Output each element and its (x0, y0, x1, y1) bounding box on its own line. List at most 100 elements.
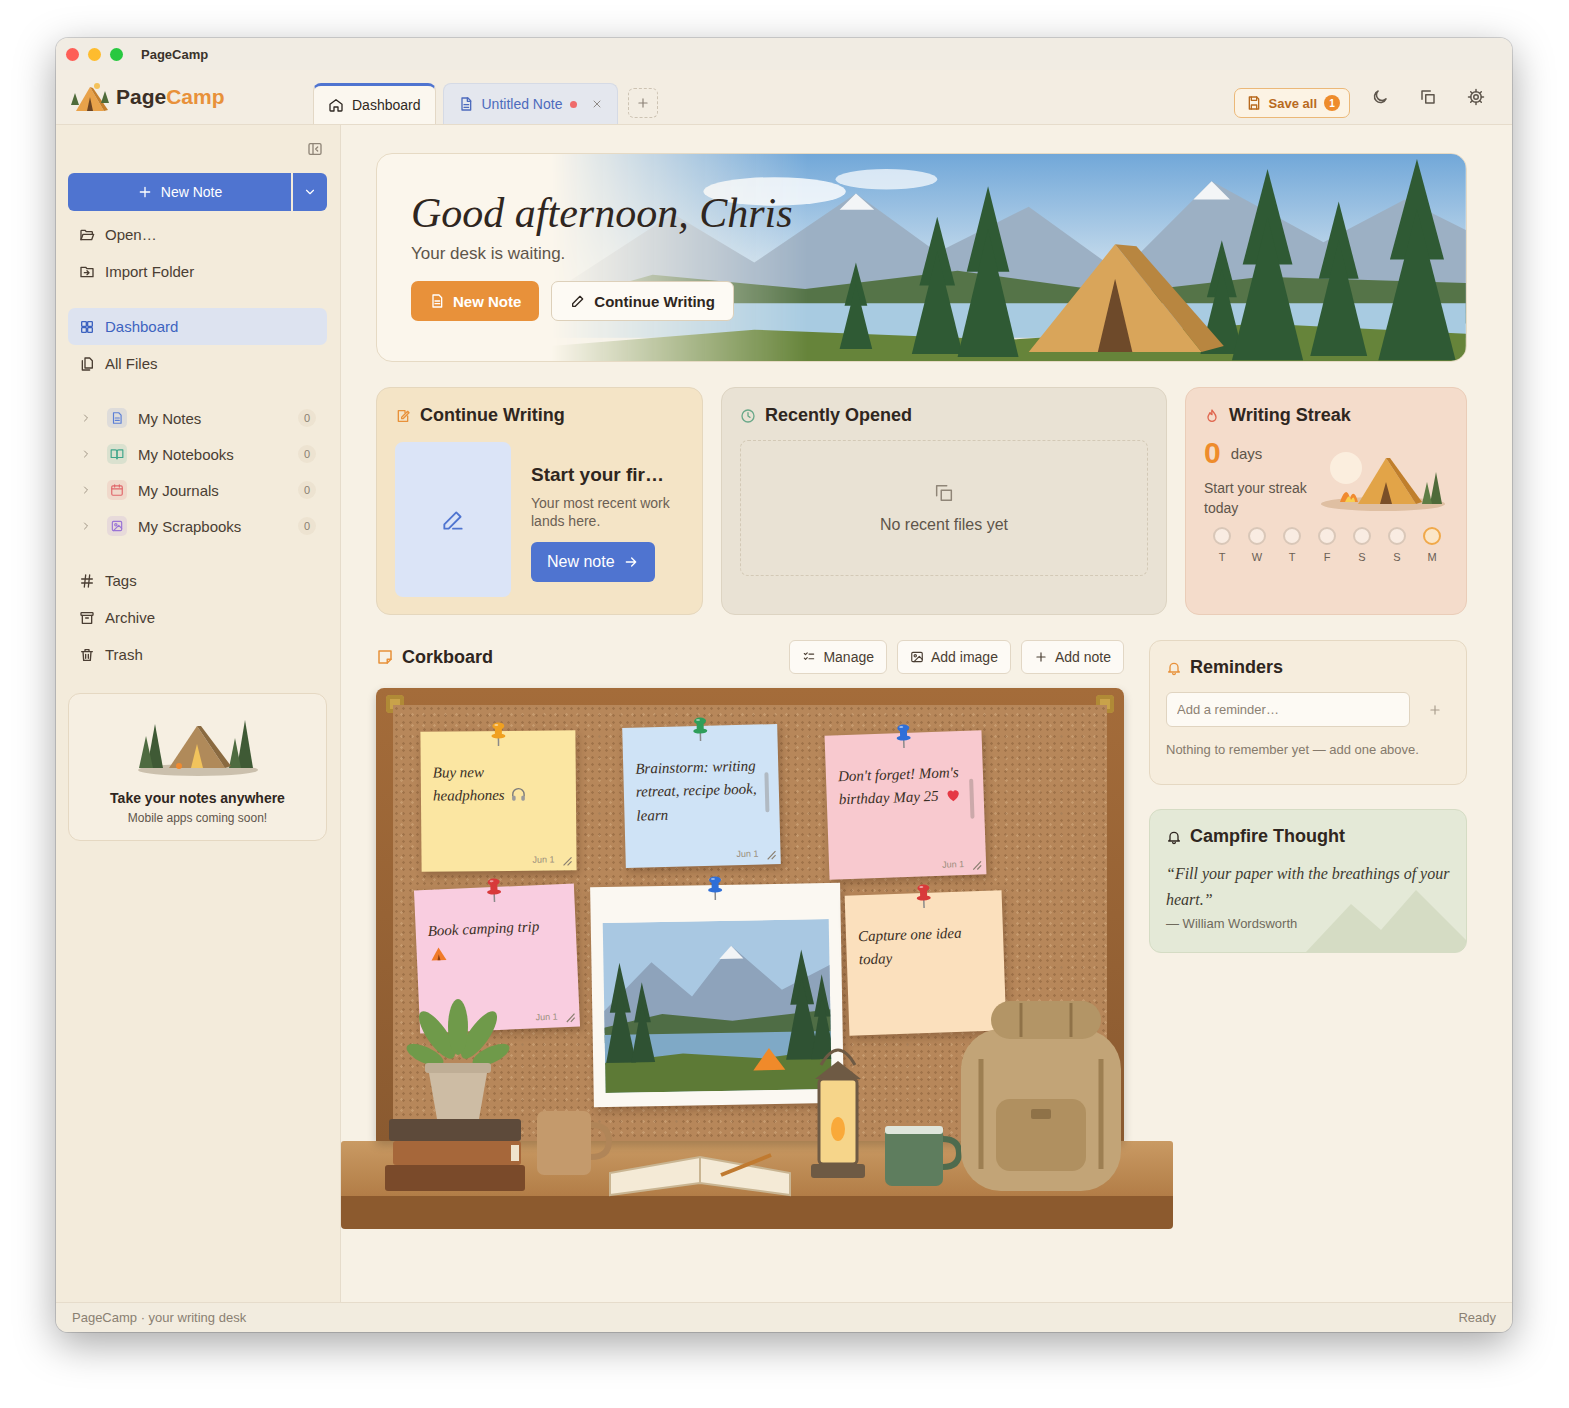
sticky-note[interactable]: Brainstorm: writing retreat, recipe book… (622, 724, 781, 868)
save-all-button[interactable]: Save all1 (1234, 88, 1350, 118)
sidebar-item[interactable]: Import Folder (68, 253, 327, 290)
button-label: Continue Writing (594, 293, 715, 310)
moon-icon (1371, 88, 1389, 106)
day-circle (1283, 527, 1301, 545)
collection-icon-box (107, 444, 127, 464)
resize-handle-icon[interactable] (970, 858, 982, 870)
collection-item[interactable]: My Journals0 (68, 472, 327, 508)
streak-count: 0 (1204, 438, 1221, 468)
collection-count: 0 (298, 517, 316, 535)
collection-label: My Scrapbooks (138, 518, 298, 535)
zoom-window-button[interactable] (110, 48, 123, 61)
corkboard-button[interactable]: Add image (897, 640, 1011, 674)
folder-open-icon (79, 227, 95, 243)
corkboard-button[interactable]: Add note (1021, 640, 1124, 674)
streak-week: TWTFSSM (1204, 527, 1448, 563)
chevron-right-icon[interactable] (80, 448, 92, 460)
logo-text-camp: Camp (166, 85, 224, 109)
collection-icon-box (107, 408, 127, 428)
camp-landscape-icon (551, 154, 1466, 361)
sidebar-item-label: Import Folder (105, 263, 194, 280)
logo[interactable]: PageCamp (70, 81, 277, 113)
sticky-note[interactable]: Book camping trip Jun 1 (414, 884, 580, 1034)
tab[interactable]: Untitled Note (443, 83, 619, 124)
new-note-menu-button[interactable] (293, 173, 327, 211)
new-tab-button[interactable] (628, 88, 658, 118)
note-date: Jun 1 (942, 859, 964, 870)
collection-item[interactable]: My Scrapbooks0 (68, 508, 327, 544)
hero-continue-writing-button[interactable]: Continue Writing (551, 281, 734, 321)
minimize-window-button[interactable] (88, 48, 101, 61)
streak-day: S (1385, 527, 1409, 563)
day-label: T (1289, 551, 1296, 563)
home-icon (328, 97, 344, 113)
streak-day: T (1280, 527, 1304, 563)
trash-icon (79, 647, 95, 663)
collection-count: 0 (298, 409, 316, 427)
continue-heading: Start your fir… (531, 464, 688, 486)
sidebar-item[interactable]: Open… (68, 216, 327, 253)
collection-item[interactable]: My Notes0 (68, 400, 327, 436)
window-title: PageCamp (141, 47, 208, 62)
section-title: Corkboard (402, 647, 493, 668)
close-tab-icon[interactable] (591, 98, 603, 110)
note-scrollbar[interactable] (764, 772, 769, 812)
chevron-right-icon[interactable] (80, 484, 92, 496)
new-note-button[interactable]: New Note (68, 173, 291, 211)
streak-day: S (1350, 527, 1374, 563)
resize-handle-icon[interactable] (990, 1014, 1002, 1026)
image-icon (910, 650, 924, 664)
plus-icon (1428, 703, 1442, 717)
sidebar-nav-item[interactable]: All Files (68, 345, 327, 382)
collection-label: My Notebooks (138, 446, 298, 463)
button-label: Add image (931, 649, 998, 665)
sidebar-item-label: All Files (105, 355, 158, 372)
day-label: S (1393, 551, 1400, 563)
resize-handle-icon[interactable] (764, 848, 776, 860)
chevron-right-icon[interactable] (80, 520, 92, 532)
sticky-note[interactable]: Capture one idea today (845, 890, 1007, 1035)
day-circle (1388, 527, 1406, 545)
new-note-button[interactable]: New note (531, 542, 655, 582)
add-reminder-button[interactable] (1420, 695, 1450, 725)
chevron-down-icon (303, 185, 317, 199)
sidebar-item[interactable]: Trash (68, 636, 327, 673)
sidebar-item[interactable]: Tags (68, 562, 327, 599)
sticky-note[interactable]: Don't forget! Mom's birthday May 25 Jun … (825, 730, 987, 879)
desk-props-icon (341, 969, 1173, 1229)
chevron-right-icon[interactable] (80, 412, 92, 424)
day-label: F (1324, 551, 1331, 563)
sidebar-item[interactable]: Archive (68, 599, 327, 636)
theme-toggle-button[interactable] (1362, 79, 1398, 115)
pinned-photo[interactable] (590, 883, 844, 1107)
resize-handle-icon[interactable] (563, 1011, 576, 1024)
pushpin-icon (893, 723, 914, 750)
note-thumbnail[interactable] (395, 442, 511, 597)
card-title: Writing Streak (1229, 405, 1351, 426)
plus-icon (1034, 650, 1048, 664)
collection-item[interactable]: My Notebooks0 (68, 436, 327, 472)
reminder-input[interactable] (1166, 692, 1410, 727)
tab-label: Untitled Note (482, 96, 563, 112)
hero-new-note-button[interactable]: New Note (411, 281, 539, 321)
recently-opened-card: Recently OpenedNo recent files yet (721, 387, 1167, 615)
open-book-icon (110, 447, 124, 461)
settings-button[interactable] (1458, 79, 1494, 115)
grid-icon (79, 319, 95, 335)
sidebar-nav-item[interactable]: Dashboard (68, 308, 327, 345)
sticky-note-icon (376, 648, 394, 666)
resize-handle-icon[interactable] (560, 854, 572, 866)
continue-writing-card: Continue WritingStart your fir…Your most… (376, 387, 703, 615)
clock-icon (740, 408, 756, 424)
windows-button[interactable] (1410, 79, 1446, 115)
note-scrollbar[interactable] (969, 779, 974, 819)
collapse-sidebar-icon[interactable] (307, 141, 323, 157)
tab[interactable]: Dashboard (313, 83, 436, 124)
tent-icon (428, 944, 449, 963)
close-window-button[interactable] (66, 48, 79, 61)
sticky-note[interactable]: Buy new headphones Jun 1 (420, 730, 576, 871)
corkboard-button[interactable]: Manage (789, 640, 887, 674)
button-label: Manage (823, 649, 874, 665)
flame-icon (1204, 408, 1220, 424)
edit-note-icon (395, 408, 411, 424)
